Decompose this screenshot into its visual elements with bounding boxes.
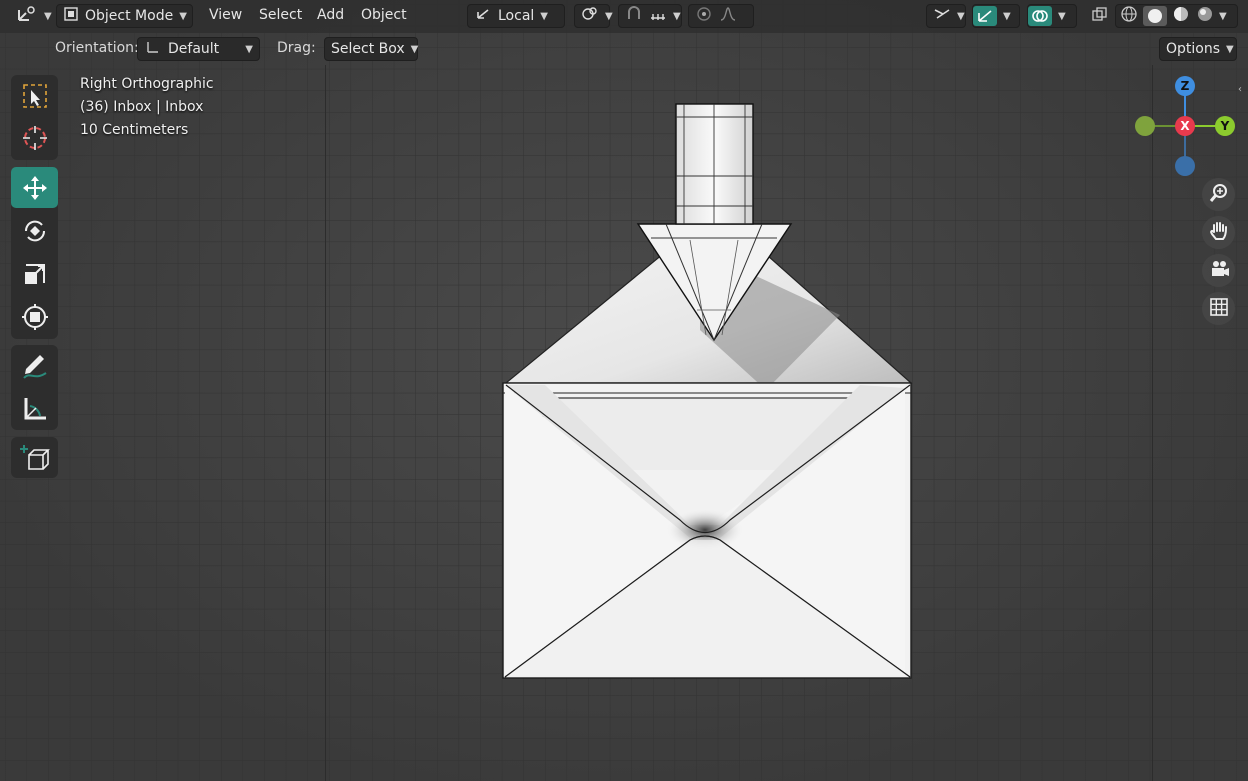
viewport-header: ▼ Object Mode ▼ View Select Add Object L… (0, 0, 1248, 33)
chevron-down-icon: ▼ (1003, 10, 1011, 22)
mode-selector[interactable]: Object Mode ▼ (56, 4, 193, 28)
chevron-down-icon: ▼ (605, 10, 613, 22)
add-cube-icon (19, 443, 51, 473)
visibility-dropdown[interactable]: ▼ (926, 4, 966, 28)
snap-icon (625, 6, 643, 26)
proportional-edit-icon (695, 6, 713, 26)
drag-value: Select Box (331, 41, 405, 57)
wireframe-icon[interactable] (1119, 5, 1139, 27)
annotate-tool[interactable] (11, 345, 58, 386)
toolbar-region-divider (325, 65, 326, 781)
select-box-icon (21, 82, 49, 110)
orientation-label: Orientation: (55, 40, 139, 56)
proportional-edit-toggle[interactable] (688, 4, 754, 28)
editor-type-button[interactable]: ▼ (10, 4, 58, 28)
xray-toggle[interactable] (1085, 4, 1115, 28)
cursor-tool[interactable] (11, 117, 58, 158)
scale-tool[interactable] (11, 253, 58, 294)
chevron-down-icon: ▼ (245, 43, 253, 55)
gizmo-y-axis[interactable]: Y (1215, 116, 1235, 136)
snap-increment-icon (649, 6, 667, 26)
axes-icon (16, 4, 38, 28)
cursor-icon (21, 124, 49, 152)
transform-orientation-dropdown[interactable]: Local ▼ (467, 4, 565, 28)
move-tool[interactable] (11, 167, 58, 208)
overlay-icon (1028, 6, 1052, 26)
gizmo-toggle[interactable]: ▼ (972, 4, 1020, 28)
drag-dropdown[interactable]: Select Box ▼ (324, 37, 418, 61)
tool-group-select (11, 75, 58, 160)
options-label: Options (1166, 41, 1221, 57)
xray-icon (1091, 6, 1109, 26)
transform-tool[interactable] (11, 296, 58, 337)
measure-icon (20, 394, 50, 424)
menu-add[interactable]: Add (317, 7, 344, 23)
rotate-tool[interactable] (11, 210, 58, 251)
rendered-icon[interactable] (1195, 5, 1215, 27)
pan-button[interactable] (1202, 216, 1235, 249)
orientation-value: Default (168, 41, 220, 57)
chevron-down-icon: ▼ (957, 10, 965, 22)
3d-viewport[interactable]: Right Orthographic (36) Inbox | Inbox 10… (0, 0, 1248, 781)
measure-tool[interactable] (11, 388, 58, 429)
chevron-down-icon: ▼ (1219, 10, 1227, 22)
orientation-dropdown[interactable]: Default ▼ (137, 37, 260, 61)
chevron-down-icon: ▼ (673, 10, 681, 22)
orientation-axes-icon (144, 39, 162, 59)
hand-icon (1208, 220, 1230, 246)
annotate-icon (20, 351, 50, 381)
chevron-down-icon: ▼ (1058, 10, 1066, 22)
tool-group-transform (11, 167, 58, 339)
chevron-down-icon: ▼ (44, 10, 52, 22)
gizmo-x-axis[interactable]: X (1175, 116, 1195, 136)
scale-icon (20, 259, 50, 289)
sidebar-toggle-icon[interactable]: ‹ (1238, 84, 1242, 95)
menu-view[interactable]: View (209, 7, 242, 23)
options-dropdown[interactable]: Options ▼ (1159, 37, 1237, 61)
solid-icon[interactable] (1143, 6, 1167, 26)
overlay-toggle[interactable]: ▼ (1027, 4, 1077, 28)
scale-label: 10 Centimeters (80, 122, 189, 138)
pivot-point-dropdown[interactable]: ▼ (574, 4, 613, 28)
perspective-toggle-button[interactable] (1202, 292, 1235, 325)
gizmo-z-axis[interactable]: Z (1175, 76, 1195, 96)
mode-label: Object Mode (85, 8, 174, 24)
menu-select[interactable]: Select (259, 7, 302, 23)
gizmo-neg-z-axis[interactable] (1175, 156, 1195, 176)
zoom-icon (1208, 182, 1230, 208)
menu-object[interactable]: Object (361, 7, 407, 23)
drag-label: Drag: (277, 40, 316, 56)
shading-mode-group[interactable]: ▼ (1115, 4, 1238, 28)
collection-label: (36) Inbox | Inbox (80, 99, 204, 115)
falloff-icon (719, 6, 737, 26)
chevron-down-icon: ▼ (179, 10, 187, 22)
chevron-down-icon: ▼ (410, 43, 419, 55)
camera-view-button[interactable] (1202, 254, 1235, 287)
tool-group-annotate (11, 345, 58, 430)
rotate-icon (20, 216, 50, 246)
view-name-label: Right Orthographic (80, 76, 214, 92)
add-cube-tool[interactable] (11, 437, 58, 478)
orientation-icon (474, 6, 492, 26)
gizmo-neg-y-axis[interactable] (1135, 116, 1155, 136)
camera-icon (1208, 258, 1230, 284)
orientation-global-label: Local (498, 8, 535, 24)
snap-toggle[interactable]: ▼ (618, 4, 682, 28)
gizmo-icon (973, 6, 997, 26)
chevron-down-icon: ▼ (1226, 43, 1234, 55)
chevron-down-icon: ▼ (540, 10, 548, 22)
zoom-button[interactable] (1202, 178, 1235, 211)
tool-group-add (11, 437, 58, 478)
move-icon (20, 173, 50, 203)
inbox-model[interactable] (0, 0, 1248, 781)
transform-icon (20, 302, 50, 332)
object-mode-icon (63, 6, 79, 26)
visibility-icon (933, 6, 951, 26)
select-box-tool[interactable] (11, 75, 58, 116)
material-icon[interactable] (1171, 5, 1191, 27)
pivot-icon (581, 6, 599, 26)
grid-icon (1209, 297, 1229, 321)
